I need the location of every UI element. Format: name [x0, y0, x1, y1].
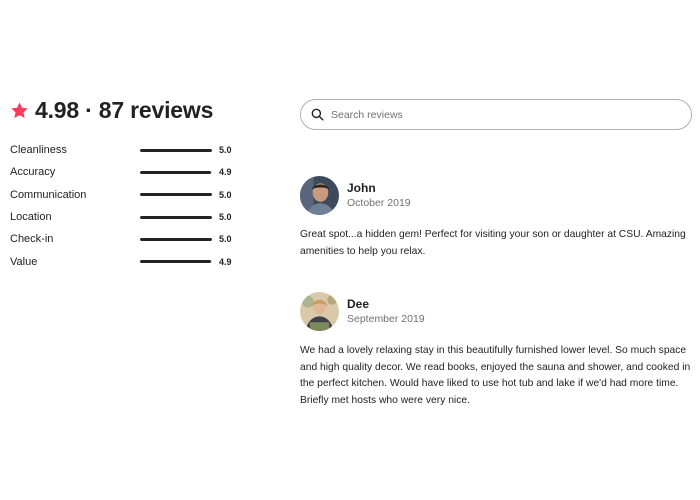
rating-bar-fill [140, 170, 211, 174]
rating-label: Cleanliness [10, 144, 67, 157]
review-date: October 2019 [347, 197, 411, 209]
rating-row-location: Location 5.0 [10, 206, 236, 228]
rating-row-value: Value 4.9 [10, 250, 236, 272]
reviewer-meta: John October 2019 [347, 180, 411, 211]
reviewer-name: John [347, 181, 376, 195]
search-box[interactable] [300, 99, 692, 130]
search-input[interactable] [329, 107, 673, 122]
reviewer-meta: Dee September 2019 [347, 296, 425, 327]
rating-bar-fill [140, 193, 212, 197]
review-text: Great spot...a hidden gem! Perfect for v… [300, 229, 686, 257]
review-header: John October 2019 [300, 176, 695, 215]
star-icon [10, 101, 29, 120]
review-date: September 2019 [347, 313, 425, 325]
avatar[interactable] [300, 292, 339, 331]
review-header: Dee September 2019 [300, 292, 695, 331]
reviews-summary: 4.98 · 87 reviews [10, 97, 213, 124]
rating-label: Accuracy [10, 166, 56, 179]
rating-bar-fill [140, 148, 212, 152]
rating-value: 5.0 [219, 212, 232, 223]
rating-row-communication: Communication 5.0 [10, 184, 236, 206]
rating-bar [140, 237, 212, 241]
reviewer-name: Dee [347, 297, 370, 311]
review-card: John October 2019 Great spot...a hidden … [300, 176, 695, 260]
rating-value: 5.0 [219, 145, 232, 156]
avatar[interactable] [300, 176, 339, 215]
rating-value: 5.0 [219, 189, 232, 200]
rating-bar [140, 170, 212, 174]
rating-bar-fill [140, 260, 211, 264]
rating-bar-fill [140, 215, 212, 219]
reviews-summary-text: 4.98 · 87 reviews [35, 97, 214, 123]
rating-label: Value [10, 255, 38, 268]
rating-row-accuracy: Accuracy 4.9 [10, 161, 236, 183]
review-card: Dee September 2019 We had a lovely relax… [300, 292, 695, 409]
rating-bar [140, 193, 212, 197]
rating-bar [140, 148, 212, 152]
rating-value: 4.9 [219, 256, 232, 267]
rating-bar [140, 215, 212, 219]
rating-row-check-in: Check-in 5.0 [10, 228, 236, 250]
rating-label: Location [10, 211, 52, 224]
rating-bar [140, 260, 212, 264]
category-ratings: Cleanliness 5.0 Accuracy 4.9 Communicati… [10, 139, 236, 273]
search-icon [311, 108, 324, 121]
rating-label: Communication [10, 188, 87, 201]
review-text: We had a lovely relaxing stay in this be… [300, 345, 691, 406]
rating-label: Check-in [10, 233, 54, 246]
rating-value: 5.0 [219, 234, 232, 245]
rating-bar-fill [140, 237, 212, 241]
rating-value: 4.9 [219, 167, 232, 178]
rating-row-cleanliness: Cleanliness 5.0 [10, 139, 236, 161]
